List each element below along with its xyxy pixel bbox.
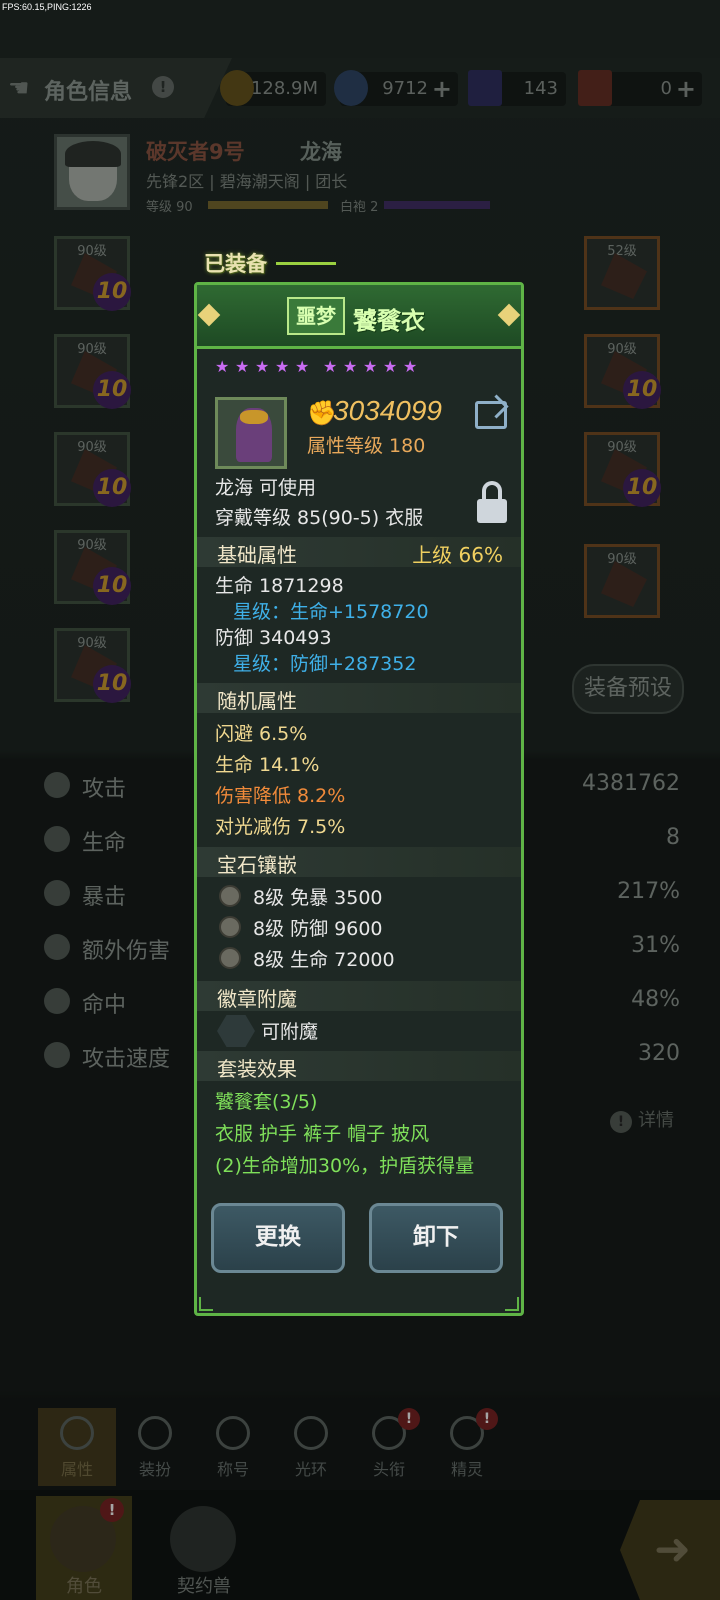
star-icon: ★	[403, 357, 418, 376]
badge-slot-icon[interactable]	[217, 1015, 255, 1047]
section-gems: 宝石镶嵌	[197, 847, 521, 877]
star-icon: ★	[323, 357, 338, 376]
base-defense: 防御 340493	[215, 627, 332, 649]
section-title: 套装效果	[217, 1057, 297, 1081]
lock-icon[interactable]	[477, 481, 507, 523]
star-icon: ★	[275, 357, 290, 376]
star-icon: ★	[215, 357, 230, 376]
equipped-label: 已装备	[204, 252, 267, 276]
base-life-star: 星级：生命+1578720	[233, 601, 429, 623]
gem-icon	[219, 947, 241, 969]
gem-line: 8级 生命 72000	[253, 949, 395, 971]
set-effect: (2)生命增加30%，护盾获得量	[215, 1155, 475, 1177]
section-title: 随机属性	[217, 689, 297, 713]
badge-slot-label: 可附魔	[261, 1021, 319, 1043]
gem-icon	[219, 885, 241, 907]
star-icon: ★	[383, 357, 398, 376]
set-name: 饕餮套(3/5)	[215, 1091, 318, 1113]
gem-icon	[219, 916, 241, 938]
gem-line: 8级 防御 9600	[253, 918, 383, 940]
section-base: 基础属性 上级 66%	[197, 537, 521, 567]
share-icon[interactable]	[475, 401, 507, 429]
combat-power: 3034099	[333, 395, 443, 426]
usable-by: 龙海 可使用	[215, 477, 317, 499]
random-attr: 闪避 6.5%	[215, 723, 308, 745]
section-random: 随机属性	[197, 683, 521, 713]
item-detail-panel: 噩梦 饕餮衣 ★ ★ ★ ★ ★ ★ ★ ★ ★ ★ ✊ 3034099 属性等级 180 龙海 …	[194, 282, 524, 1316]
base-defense-star: 星级：防御+287352	[233, 653, 417, 675]
panel-footer	[197, 1297, 521, 1313]
nightmare-tag: 噩梦	[287, 297, 345, 335]
wear-info: 穿戴等级 85(90-5) 衣服	[215, 507, 424, 529]
section-set: 套装效果	[197, 1051, 521, 1081]
star-icon: ★	[295, 357, 310, 376]
equipped-glow	[276, 262, 336, 265]
section-title: 宝石镶嵌	[217, 853, 297, 877]
panel-header: 噩梦 饕餮衣	[197, 285, 521, 349]
item-icon	[215, 397, 287, 469]
section-title: 基础属性	[217, 543, 297, 567]
star-icon: ★	[363, 357, 378, 376]
attribute-level: 属性等级 180	[307, 435, 426, 457]
random-attr: 对光减伤 7.5%	[215, 816, 346, 838]
lock-shackle	[482, 481, 502, 501]
gem-line: 8级 免暴 3500	[253, 887, 383, 909]
corner-gem-left	[197, 303, 221, 327]
set-pieces: 衣服 护手 裤子 帽子 披风	[215, 1123, 430, 1145]
equipped-tag: 已装备	[196, 244, 336, 280]
base-life: 生命 1871298	[215, 575, 344, 597]
replace-button[interactable]: 更换	[211, 1203, 345, 1273]
lock-body	[477, 499, 507, 523]
quality-grade: 上级 66%	[412, 543, 503, 567]
section-title: 徽章附魔	[217, 987, 297, 1011]
star-icon: ★	[343, 357, 358, 376]
random-attr: 伤害降低 8.2%	[215, 785, 346, 807]
star-icon: ★	[235, 357, 250, 376]
random-attr: 生命 14.1%	[215, 754, 320, 776]
fps-readout: FPS:60.15,PING:1226	[2, 2, 92, 12]
section-badge: 徽章附魔	[197, 981, 521, 1011]
star-icon: ★	[255, 357, 270, 376]
item-name: 饕餮衣	[353, 307, 425, 335]
corner-gem-right	[497, 303, 521, 327]
star-rating: ★ ★ ★ ★ ★ ★ ★ ★ ★ ★	[215, 357, 423, 377]
armor-gold-trim	[240, 410, 268, 424]
unequip-button[interactable]: 卸下	[369, 1203, 503, 1273]
